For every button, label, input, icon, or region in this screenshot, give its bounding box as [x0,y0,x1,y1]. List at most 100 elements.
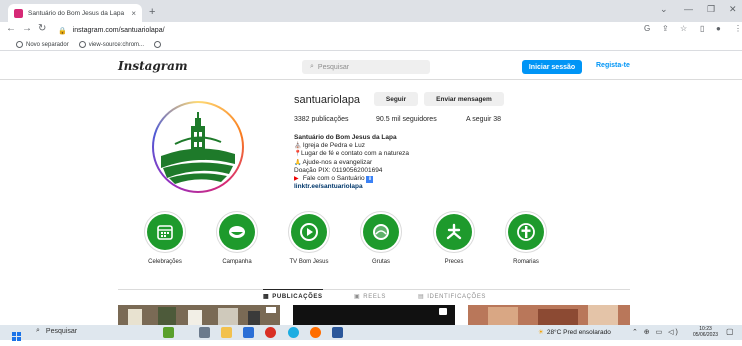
bio-line: 🙏 Ajude-nos a evangelizar [294,158,373,166]
search-icon: ⌕ [36,327,40,334]
register-link[interactable]: Regista-te [596,62,630,69]
bio-line: Doação PIX: 01190562001694 [294,166,383,174]
send-message-button[interactable]: Enviar mensagem [424,92,504,106]
reels-icon: ▣ [354,294,361,300]
bio-link[interactable]: linktr.ee/santuariolapa [294,183,554,191]
highlight-item[interactable]: Campanha [207,211,267,265]
arrow-down-icon: ⬇ [366,176,374,184]
forward-icon[interactable]: → [22,23,32,34]
highlight-label: TV Bom Jesus [289,259,329,265]
instagram-logo[interactable]: Instagram [118,59,188,73]
highlight-label: Grutas [371,259,390,265]
grid-icon: ▦ [263,294,270,300]
new-tab-button[interactable]: + [149,6,155,18]
share-icon[interactable]: ⇪ [662,24,669,33]
tab-title: Santuário do Bom Jesus da Lapa [28,9,125,17]
bookmark-item[interactable]: view-source:chrom... [78,41,144,48]
following-count[interactable]: A seguir 38 [466,116,501,123]
hands-icon: 🙏 [294,159,302,166]
lock-icon: 🔒 [58,27,67,35]
post-thumbnail[interactable] [118,305,280,325]
grotto-icon [373,224,389,240]
bookmark-item[interactable]: Novo separador [16,41,69,48]
post-thumbnail[interactable] [293,305,455,325]
minimize-icon[interactable]: — [684,4,693,14]
highlight-item[interactable]: TV Bom Jesus [279,211,339,265]
follow-button[interactable]: Seguir [374,92,418,106]
cross-icon [517,223,535,241]
sidepanel-icon[interactable]: ▯ [700,24,704,33]
search-input[interactable]: ⌕ Pesquisar [302,60,430,74]
tab-close-icon[interactable]: × [131,9,136,18]
notification-icon[interactable]: ▢ [726,327,734,336]
dove-icon [446,223,462,240]
avatar[interactable] [152,101,244,193]
avatar-image [154,103,242,191]
menu-icon[interactable]: ⋮ [734,24,742,33]
browser-toolbar: ← → ↻ 🔒 instagram.com/santuariolapa/ G ⇪… [0,22,742,39]
highlight-label: Celebrações [148,259,182,265]
tab-search-icon[interactable]: ⌄ [660,4,668,15]
highlight-item[interactable]: Preces [424,211,484,265]
browser-tab-strip: Santuário do Bom Jesus da Lapa × + ⌄ — ❐… [0,0,742,22]
post-image [468,305,630,325]
highlight-item[interactable]: Grutas [351,211,411,265]
globe-icon [16,41,23,48]
highlight-label: Preces [444,259,464,265]
profile-username: santuariolapa [294,94,361,106]
task-view-icon[interactable] [199,327,210,338]
url-text: instagram.com/santuariolapa/ [72,27,165,34]
highlight-label: Romarias [513,259,539,265]
instagram-header: Instagram ⌕ Pesquisar Iniciar sessão Reg… [0,52,742,80]
word-icon[interactable] [332,327,343,338]
firefox-icon[interactable] [310,327,321,338]
sun-icon: ☀ [538,329,544,336]
youtube-icon: ▶ [294,176,299,183]
church-icon: ⛪ [294,143,302,150]
back-icon[interactable]: ← [6,23,16,34]
post-thumbnail[interactable] [468,305,630,325]
tab-reels[interactable]: ▣ REELS [354,293,386,301]
address-bar[interactable]: 🔒 instagram.com/santuariolapa/ [58,23,618,38]
highlight-item[interactable]: Celebrações [135,211,195,265]
windows-start-icon[interactable] [12,328,21,341]
weather-widget[interactable]: ☀ 28°C Pred ensolarado [538,328,611,337]
highlight-label: Campanha [222,259,252,265]
edge-icon[interactable] [288,327,299,338]
post-image [118,305,280,325]
maximize-icon[interactable]: ❐ [707,4,715,15]
window-close-icon[interactable]: ✕ [729,4,737,15]
calendar-icon [157,225,173,240]
google-icon[interactable]: G [644,24,650,33]
bio-name: Santuário do Bom Jesus da Lapa [294,134,397,141]
system-tray[interactable]: ⌃ ⊕ ▭ ◁) [632,328,680,336]
search-icon: ⌕ [310,63,314,70]
profile-icon[interactable]: ● [716,24,721,33]
bio-line: 📍Lugar de fé e contato com a natureza [294,150,410,158]
sanctuary-logo-icon [158,107,238,187]
taskbar-clock[interactable]: 10:23 05/06/2023 [693,326,718,338]
plant-app-icon[interactable] [163,327,174,338]
highlight-item[interactable]: Romarias [496,211,556,265]
instagram-favicon-icon [14,8,23,18]
followers-count[interactable]: 90.5 mil seguidores [376,116,437,123]
play-icon [300,223,318,241]
bowl-icon [229,226,245,238]
search-placeholder: Pesquisar [317,63,350,71]
bio-line: ▶ Fale com o Santuário ⬇ [294,175,374,184]
bookmarks-bar: Novo separador view-source:chrom... [0,39,742,51]
reload-icon[interactable]: ↻ [38,23,46,34]
file-explorer-icon[interactable] [221,327,232,338]
posts-count: 3382 publicações [294,116,349,123]
pin-icon: 📍 [294,151,302,158]
login-button[interactable]: Iniciar sessão [522,60,582,74]
mail-icon[interactable] [243,327,254,338]
posts-grid [118,305,630,325]
taskbar-search[interactable]: ⌕ Pesquisar [36,327,77,335]
tab-publicacoes[interactable]: ▦ PUBLICAÇÕES [263,289,323,300]
browser-tab[interactable]: Santuário do Bom Jesus da Lapa × [8,4,142,22]
chrome-icon[interactable] [265,327,276,338]
tab-identificacoes[interactable]: ▤ IDENTIFICAÇÕES [418,293,486,301]
bookmark-item[interactable] [154,41,162,48]
bookmark-star-icon[interactable]: ☆ [680,24,687,33]
